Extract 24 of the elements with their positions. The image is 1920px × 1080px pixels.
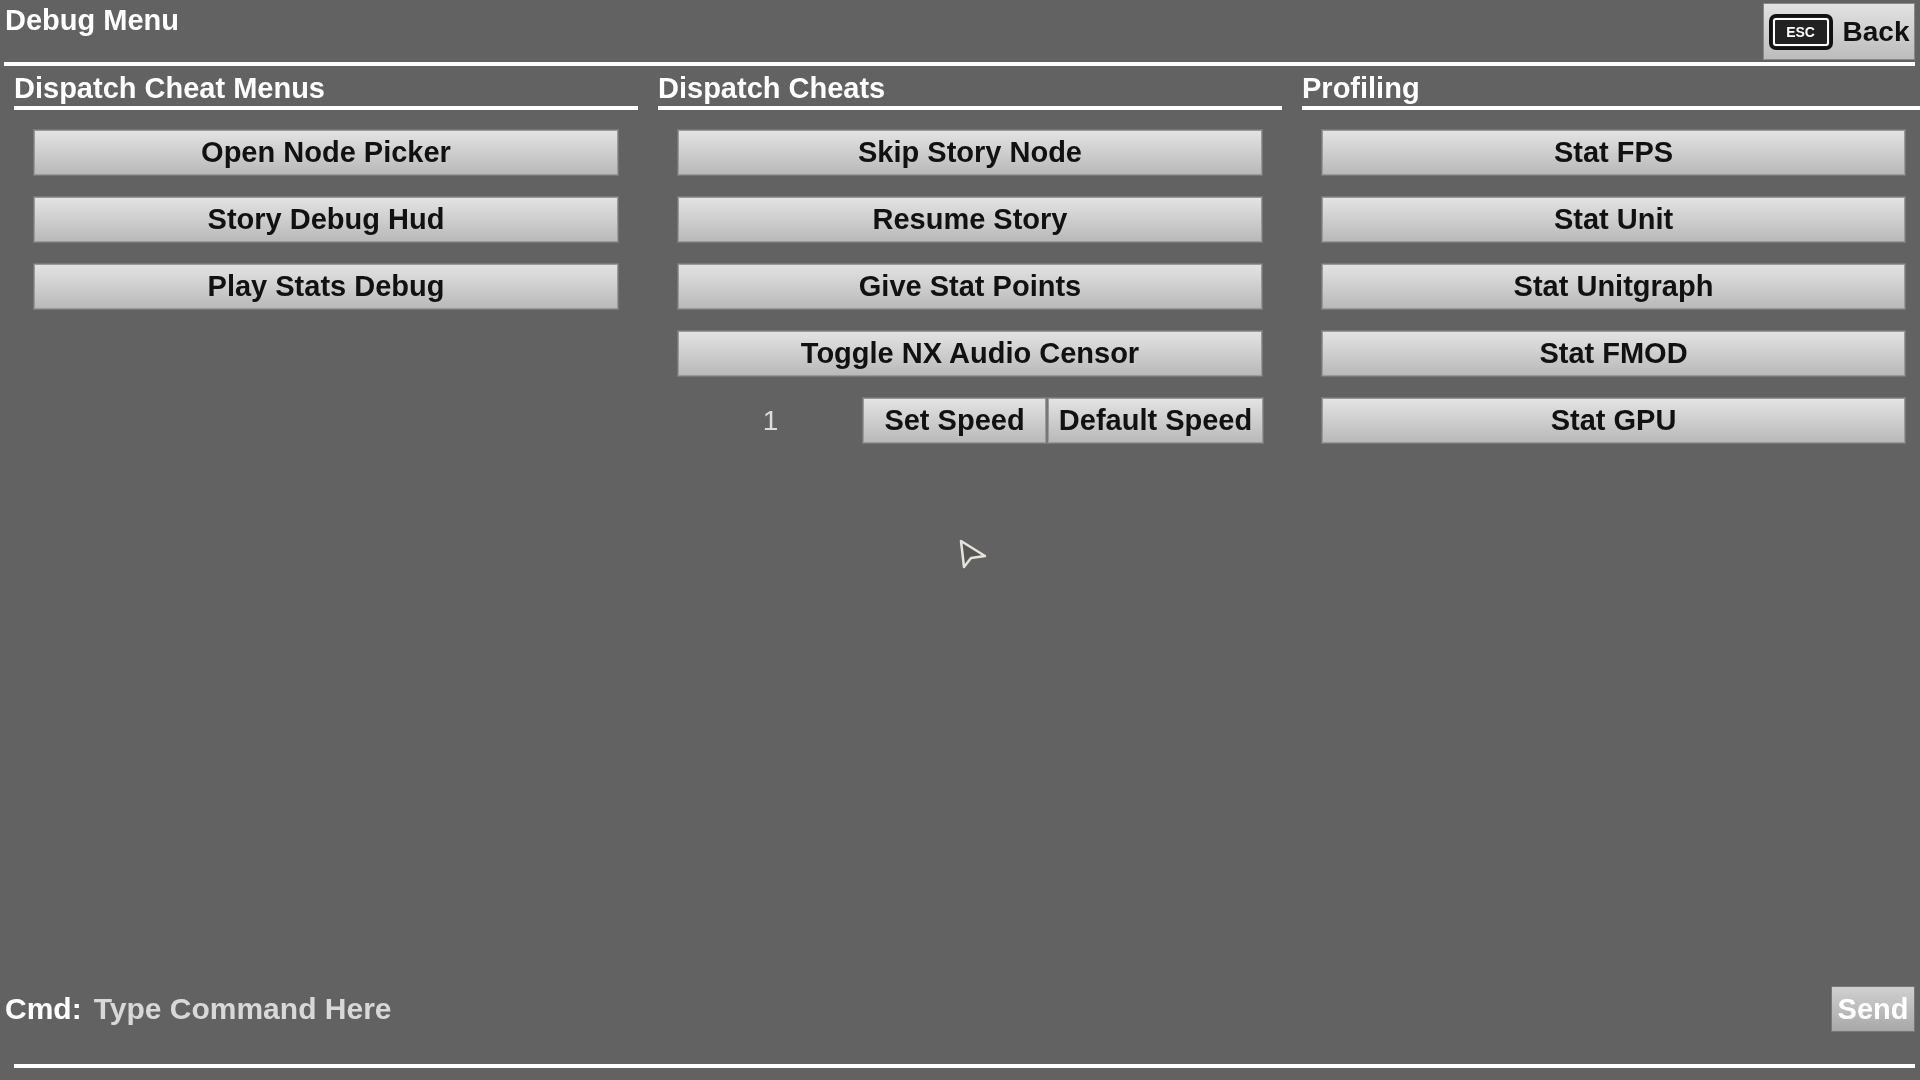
cheat-button[interactable]: Play Stats Debug bbox=[34, 264, 618, 309]
section-heading: Dispatch Cheats bbox=[658, 71, 887, 106]
section-heading: Profiling bbox=[1302, 71, 1421, 106]
cursor-icon bbox=[958, 538, 988, 570]
speed-button[interactable]: Default Speed bbox=[1048, 398, 1263, 443]
back-button[interactable]: ESC Back bbox=[1763, 3, 1915, 60]
section-heading: Dispatch Cheat Menus bbox=[14, 71, 326, 106]
cheat-button[interactable]: Stat Unit bbox=[1322, 197, 1905, 242]
speed-field[interactable]: 1 bbox=[678, 400, 863, 441]
cheat-button[interactable]: Open Node Picker bbox=[34, 130, 618, 175]
speed-button[interactable]: Set Speed bbox=[863, 398, 1046, 443]
cheat-button[interactable]: Stat GPU bbox=[1322, 398, 1905, 443]
cheat-button[interactable]: Stat FMOD bbox=[1322, 331, 1905, 376]
cheat-button[interactable]: Story Debug Hud bbox=[34, 197, 618, 242]
cheat-button[interactable]: Resume Story bbox=[678, 197, 1262, 242]
cheat-button[interactable]: Give Stat Points bbox=[678, 264, 1262, 309]
command-label: Cmd: bbox=[5, 992, 82, 1026]
esc-key-label: ESC bbox=[1768, 13, 1833, 50]
command-field[interactable]: Type Command Here bbox=[93, 992, 1831, 1026]
window-title: Debug Menu bbox=[5, 4, 179, 37]
cheat-button[interactable]: Skip Story Node bbox=[678, 130, 1262, 175]
cheat-button[interactable]: Toggle NX Audio Censor bbox=[678, 331, 1262, 376]
cheat-button[interactable]: Stat Unitgraph bbox=[1322, 264, 1905, 309]
cheat-button[interactable]: Stat FPS bbox=[1322, 130, 1905, 175]
